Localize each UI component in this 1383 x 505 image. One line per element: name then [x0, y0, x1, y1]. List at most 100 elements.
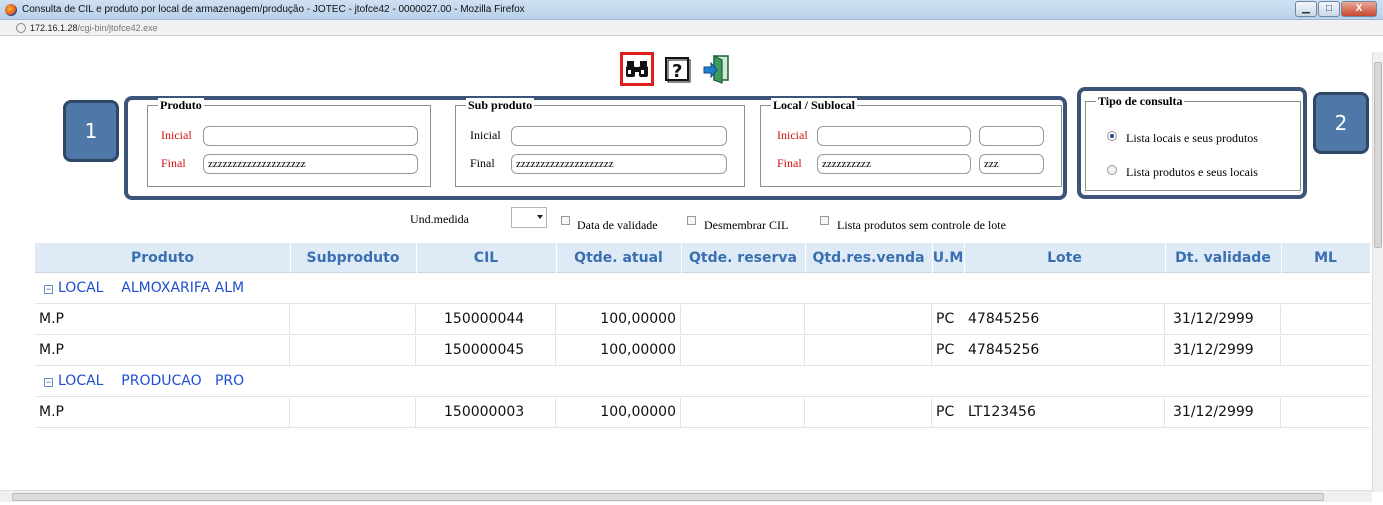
cell-lote: LT123456: [964, 398, 1165, 428]
table-row[interactable]: M.P 150000044 100,00000 PC 47845256 31/1…: [35, 305, 1370, 335]
cell-um: PC: [936, 342, 955, 358]
produto-final-input[interactable]: zzzzzzzzzzzzzzzzzzzz: [203, 154, 418, 174]
annotation-badge-1: 1: [63, 100, 119, 162]
produto-legend: Produto: [158, 98, 204, 113]
produto-inicial-input[interactable]: [203, 126, 418, 146]
results-grid: Produto Subproduto CIL Qtde. atual Qtde.…: [35, 243, 1370, 488]
desmembrar-label: Desmembrar CIL: [704, 218, 789, 232]
minimize-button[interactable]: ▁: [1295, 1, 1317, 17]
col-qtde-reserva[interactable]: Qtde. reserva: [681, 243, 805, 273]
sub-produto-group: Sub produto: [455, 98, 745, 187]
cell-produto: M.P: [35, 336, 290, 366]
local-final-input[interactable]: zzzzzzzzzz: [817, 154, 971, 174]
annotation-badge-2: 2: [1313, 92, 1369, 154]
cell-qtde-atual: 100,00000: [556, 305, 681, 335]
help-icon: ?: [665, 57, 691, 83]
url-path: /cgi-bin/jtofce42.exe: [77, 23, 158, 33]
cell-qtde-reserva: [681, 336, 805, 366]
globe-icon: [16, 23, 26, 33]
cell-dt-validade: 31/12/2999: [1165, 336, 1281, 366]
und-medida-label: Und.medida: [410, 212, 469, 226]
maximize-button[interactable]: □: [1318, 1, 1340, 17]
cell-ml: [1281, 305, 1370, 335]
help-button[interactable]: ?: [660, 52, 694, 86]
exit-door-icon: [703, 55, 729, 84]
sub-produto-inicial-input[interactable]: [511, 126, 727, 146]
group-row[interactable]: − LOCAL ALMOXARIFA ALM: [35, 274, 1370, 304]
local-inicial-label: Inicial: [777, 128, 808, 142]
radio-lista-produtos[interactable]: [1107, 165, 1117, 175]
radio-lista-locais[interactable]: [1107, 131, 1117, 141]
sem-lote-label: Lista produtos sem controle de lote: [837, 218, 1006, 232]
col-ml[interactable]: ML: [1281, 243, 1370, 273]
table-row[interactable]: M.P 150000045 100,00000 PC 47845256 31/1…: [35, 336, 1370, 366]
close-button[interactable]: X: [1341, 1, 1377, 17]
col-qtde-atual[interactable]: Qtde. atual: [556, 243, 681, 273]
produto-final-label: Final: [161, 156, 186, 170]
radio-lista-produtos-label: Lista produtos e seus locais: [1126, 165, 1258, 179]
url-host: 172.16.1.28: [30, 23, 78, 33]
table-row[interactable]: M.P 150000003 100,00000 PC LT123456 31/1…: [35, 398, 1370, 428]
cell-dt-validade: 31/12/2999: [1165, 398, 1281, 428]
window-title: Consulta de CIL e produto por local de a…: [22, 4, 525, 15]
chevron-down-icon: [537, 215, 543, 219]
horizontal-scrollbar[interactable]: [0, 490, 1372, 502]
local-final-label: Final: [777, 156, 802, 170]
sub-produto-legend: Sub produto: [466, 98, 535, 113]
sublocal-inicial-input[interactable]: [979, 126, 1044, 146]
group-label: LOCAL ALMOXARIFA ALM: [58, 280, 245, 296]
cell-um: PC: [936, 404, 955, 420]
sem-lote-checkbox[interactable]: [820, 216, 829, 225]
col-qtd-res-venda[interactable]: Qtd.res.venda: [805, 243, 932, 273]
binoculars-icon: [626, 61, 648, 77]
exit-button[interactable]: [700, 52, 734, 86]
address-url: 172.16.1.28/cgi-bin/jtofce42.exe: [30, 23, 158, 33]
cell-lote: 47845256: [964, 305, 1165, 335]
col-lote[interactable]: Lote: [964, 243, 1165, 273]
col-produto[interactable]: Produto: [35, 243, 290, 273]
sublocal-final-input[interactable]: zzz: [979, 154, 1044, 174]
data-validade-label: Data de validade: [577, 218, 658, 232]
collapse-icon[interactable]: −: [44, 378, 53, 387]
sub-produto-final-input[interactable]: zzzzzzzzzzzzzzzzzzzz: [511, 154, 727, 174]
cell-cil: 150000044: [416, 305, 556, 335]
cell-um: PC: [936, 311, 955, 327]
produto-inicial-label: Inicial: [161, 128, 192, 142]
collapse-icon[interactable]: −: [44, 285, 53, 294]
window-controls: ▁ □ X: [1295, 1, 1377, 17]
cell-qtde-atual: 100,00000: [556, 398, 681, 428]
radio-lista-locais-label: Lista locais e seus produtos: [1126, 131, 1258, 145]
col-dt-validade[interactable]: Dt. validade: [1165, 243, 1281, 273]
tipo-consulta-legend: Tipo de consulta: [1096, 94, 1185, 109]
local-inicial-input[interactable]: [817, 126, 971, 146]
vertical-scroll-thumb[interactable]: [1374, 62, 1382, 248]
cell-qtde-reserva: [681, 305, 805, 335]
col-cil[interactable]: CIL: [416, 243, 556, 273]
sub-produto-final-label: Final: [470, 156, 495, 170]
cell-ml: [1281, 336, 1370, 366]
col-um[interactable]: U.M: [932, 243, 964, 273]
grid-header: Produto Subproduto CIL Qtde. atual Qtde.…: [35, 243, 1370, 273]
cell-produto: M.P: [35, 305, 290, 335]
data-validade-checkbox[interactable]: [561, 216, 570, 225]
group-row[interactable]: − LOCAL PRODUCAO PRO: [35, 367, 1370, 397]
cell-qtd-res-venda: [805, 305, 932, 335]
cell-subproduto: [290, 398, 416, 428]
local-group: Local / Sublocal: [760, 98, 1062, 187]
cell-cil: 150000045: [416, 336, 556, 366]
und-medida-select[interactable]: [511, 207, 547, 228]
window-titlebar: Consulta de CIL e produto por local de a…: [0, 0, 1383, 20]
search-button[interactable]: [620, 52, 654, 86]
firefox-icon: [5, 4, 17, 16]
cell-produto: M.P: [35, 398, 290, 428]
produto-group: Produto: [147, 98, 431, 187]
col-subproduto[interactable]: Subproduto: [290, 243, 416, 273]
desmembrar-checkbox[interactable]: [687, 216, 696, 225]
cell-dt-validade: 31/12/2999: [1165, 305, 1281, 335]
horizontal-scroll-thumb[interactable]: [12, 493, 1324, 501]
cell-lote: 47845256: [964, 336, 1165, 366]
cell-qtde-atual: 100,00000: [556, 336, 681, 366]
sub-produto-inicial-label: Inicial: [470, 128, 501, 142]
vertical-scrollbar[interactable]: [1372, 52, 1383, 492]
address-bar[interactable]: 172.16.1.28/cgi-bin/jtofce42.exe: [0, 20, 1383, 36]
